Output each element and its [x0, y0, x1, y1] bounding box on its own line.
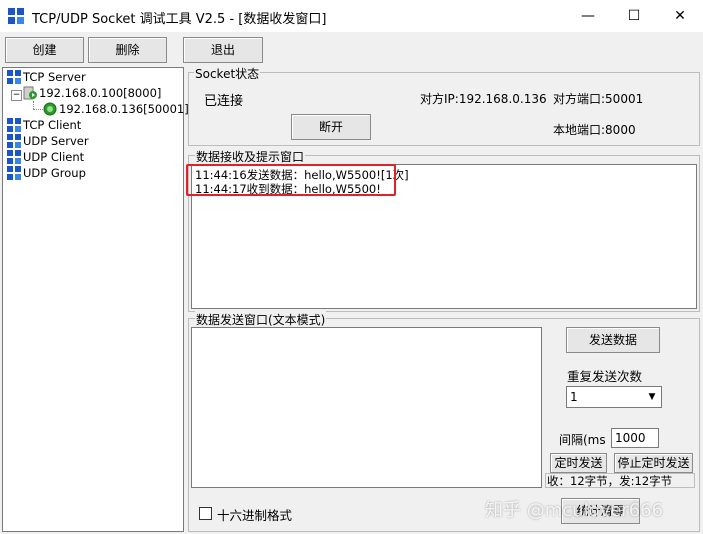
- tree-item-label: UDP Group: [23, 166, 86, 180]
- network-grid-icon: [7, 166, 21, 180]
- maximize-button[interactable]: ☐: [611, 0, 657, 32]
- tree-item-label: TCP Client: [23, 118, 82, 132]
- connection-tree: TCP Server − 192.168.0.100[8000] 192.168…: [2, 67, 189, 532]
- title-bar: TCP/UDP Socket 调试工具 V2.5 - [数据收发窗口] — ☐ …: [0, 0, 703, 32]
- network-grid-icon: [7, 70, 21, 84]
- interval-label: 间隔(ms: [559, 433, 606, 447]
- disconnect-button[interactable]: 断开: [291, 114, 371, 140]
- network-grid-icon: [7, 150, 21, 164]
- tree-item-label: TCP Server: [23, 70, 86, 84]
- delete-button[interactable]: 删除: [88, 37, 167, 63]
- repeat-count-select[interactable]: 1 ▼: [566, 386, 662, 408]
- tree-connector: [33, 109, 43, 111]
- send-textarea[interactable]: [191, 327, 542, 488]
- highlight-box: [186, 164, 396, 196]
- tree-item-udp-server[interactable]: UDP Server: [7, 133, 89, 149]
- connection-green-icon: [43, 102, 57, 116]
- network-grid-icon: [7, 118, 21, 132]
- byte-stats: 收：12字节，发:12字节: [545, 473, 695, 488]
- tree-item-label: UDP Server: [23, 134, 89, 148]
- create-button[interactable]: 创建: [5, 37, 84, 63]
- receive-group-label: 数据接收及提示窗口: [195, 148, 306, 165]
- send-data-button[interactable]: 发送数据: [566, 327, 660, 353]
- tree-item-udp-client[interactable]: UDP Client: [7, 149, 84, 165]
- tree-item-label: 192.168.0.100[8000]: [39, 86, 162, 100]
- tree-item-client-connection[interactable]: 192.168.0.136[50001]: [43, 101, 189, 117]
- hex-format-checkbox[interactable]: [199, 507, 212, 520]
- local-port: 本地端口:8000: [553, 123, 636, 137]
- window-title: TCP/UDP Socket 调试工具 V2.5 - [数据收发窗口]: [32, 12, 327, 27]
- tree-item-server-node[interactable]: 192.168.0.100[8000]: [23, 85, 161, 101]
- stop-timed-send-button[interactable]: 停止定时发送: [614, 453, 693, 473]
- tree-item-label: 192.168.0.136[50001]: [59, 102, 189, 116]
- tree-connector: [33, 101, 35, 109]
- send-group-label: 数据发送窗口(文本模式): [195, 311, 327, 328]
- peer-port: 对方端口:50001: [553, 92, 644, 106]
- tree-item-tcp-client[interactable]: TCP Client: [7, 117, 81, 133]
- server-play-icon: [23, 86, 37, 100]
- tree-item-tcp-server[interactable]: TCP Server: [7, 69, 86, 85]
- tree-item-udp-group[interactable]: UDP Group: [7, 165, 86, 181]
- socket-status-label: Socket状态: [194, 65, 261, 82]
- repeat-count-value: 1: [570, 390, 578, 404]
- tree-collapse-toggle[interactable]: −: [11, 90, 22, 101]
- hex-format-label: 十六进制格式: [217, 508, 293, 523]
- minimize-button[interactable]: —: [565, 0, 611, 32]
- interval-input[interactable]: [611, 428, 659, 448]
- app-grid-icon: [8, 8, 24, 24]
- close-button[interactable]: ✕: [657, 0, 703, 32]
- connection-state: 已连接: [204, 94, 244, 109]
- watermark: 知乎 @mculover666: [485, 500, 664, 521]
- timed-send-button[interactable]: 定时发送: [550, 453, 607, 473]
- peer-ip: 对方IP:192.168.0.136: [420, 92, 547, 106]
- exit-button[interactable]: 退出: [183, 37, 263, 63]
- chevron-down-icon: ▼: [648, 392, 656, 402]
- network-grid-icon: [7, 134, 21, 148]
- repeat-count-label: 重复发送次数: [567, 369, 643, 384]
- tree-item-label: UDP Client: [23, 150, 85, 164]
